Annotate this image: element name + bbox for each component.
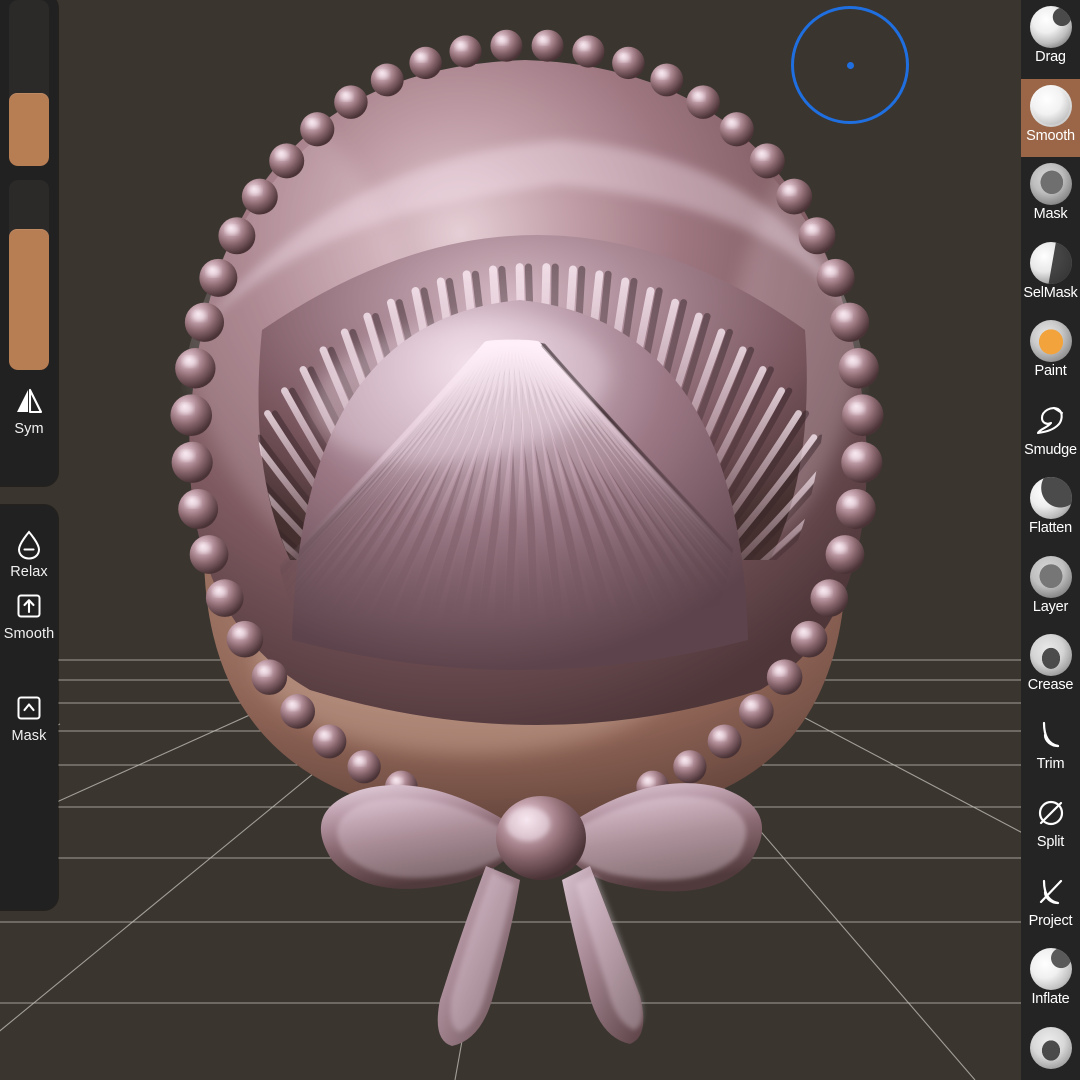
brush-item-crease[interactable]: Crease (1021, 628, 1080, 707)
brush-item-split[interactable]: Split (1021, 785, 1080, 864)
3d-viewport[interactable] (0, 0, 1080, 1080)
brush-item-smudge[interactable]: Smudge (1021, 393, 1080, 472)
brush-item-inflate[interactable]: Inflate (1021, 942, 1080, 1021)
mask-label: Mask (11, 728, 47, 744)
brush-item-next-partial[interactable] (1021, 1021, 1080, 1080)
symmetry-tool[interactable]: Sym (0, 386, 58, 437)
split-icon (1021, 785, 1080, 835)
mask-chevron-icon (0, 693, 58, 727)
left-panel-top: Sym (0, 0, 58, 486)
brush-item-selmask[interactable]: SelMask (1021, 236, 1080, 315)
brush-drag-icon (1021, 0, 1080, 50)
brush-item-layer[interactable]: Layer (1021, 550, 1080, 629)
brush-layer-icon (1021, 550, 1080, 600)
smooth-up-arrow-icon (0, 591, 58, 625)
brush-inflate-icon (1021, 942, 1080, 992)
project-icon (1021, 864, 1080, 914)
brush-smooth-icon (1021, 79, 1080, 129)
sculpting-app-window: Sym Relax Smooth Mask Drag Smooth Mask S… (0, 0, 1080, 1080)
brush-label-drag: Drag (1035, 49, 1066, 65)
brush-next-icon (1021, 1021, 1080, 1071)
sculpture-model (170, 29, 884, 1046)
brush-crease-icon (1021, 628, 1080, 678)
brush-item-smooth[interactable]: Smooth (1021, 78, 1080, 157)
brush-item-drag[interactable]: Drag (1021, 0, 1080, 79)
brush-label-selmask: SelMask (1023, 284, 1078, 301)
brush-label-flatten: Flatten (1029, 520, 1072, 536)
brush-item-flatten[interactable]: Flatten (1021, 471, 1080, 550)
brush-label-split: Split (1036, 834, 1065, 850)
brush-label-trim: Trim (1036, 755, 1065, 772)
brush-flatten-icon (1021, 471, 1080, 521)
brush-label-layer: Layer (1032, 598, 1069, 615)
brush-label-project: Project (1028, 912, 1073, 929)
brush-label-smooth: Smooth (1026, 127, 1075, 144)
relax-label: Relax (10, 564, 48, 580)
brush-mask-icon (1021, 157, 1080, 207)
brush-size-slider[interactable] (9, 0, 49, 166)
brush-label-paint: Paint (1034, 363, 1067, 379)
brush-selmask-icon (1021, 236, 1080, 286)
brush-item-paint[interactable]: Paint (1021, 314, 1080, 393)
brush-label-crease: Crease (1027, 677, 1074, 693)
relax-tool[interactable]: Relax (0, 529, 58, 580)
brush-size-slider-fill (9, 92, 49, 166)
left-panel-bottom: Relax Smooth Mask (0, 505, 58, 910)
brush-label-mask: Mask (1033, 206, 1068, 222)
brush-item-trim[interactable]: Trim (1021, 707, 1080, 786)
mask-tool[interactable]: Mask (0, 693, 58, 744)
right-brush-toolbar[interactable]: Drag Smooth Mask SelMask Paint Smudge Fl… (1021, 0, 1080, 1080)
brush-paint-icon (1021, 314, 1080, 364)
brush-intensity-slider-fill (9, 229, 49, 370)
brush-item-project[interactable]: Project (1021, 864, 1080, 943)
brush-intensity-slider[interactable] (9, 180, 49, 370)
symmetry-icon (0, 386, 58, 420)
relax-droplet-icon (0, 529, 58, 563)
brush-label-inflate: Inflate (1031, 991, 1070, 1007)
symmetry-label: Sym (14, 421, 44, 437)
smudge-icon (1021, 393, 1080, 443)
trim-icon (1021, 707, 1080, 757)
brush-label-smudge: Smudge (1024, 441, 1077, 458)
smooth-tool[interactable]: Smooth (0, 591, 58, 642)
smooth-label: Smooth (3, 626, 55, 642)
brush-item-mask[interactable]: Mask (1021, 157, 1080, 236)
